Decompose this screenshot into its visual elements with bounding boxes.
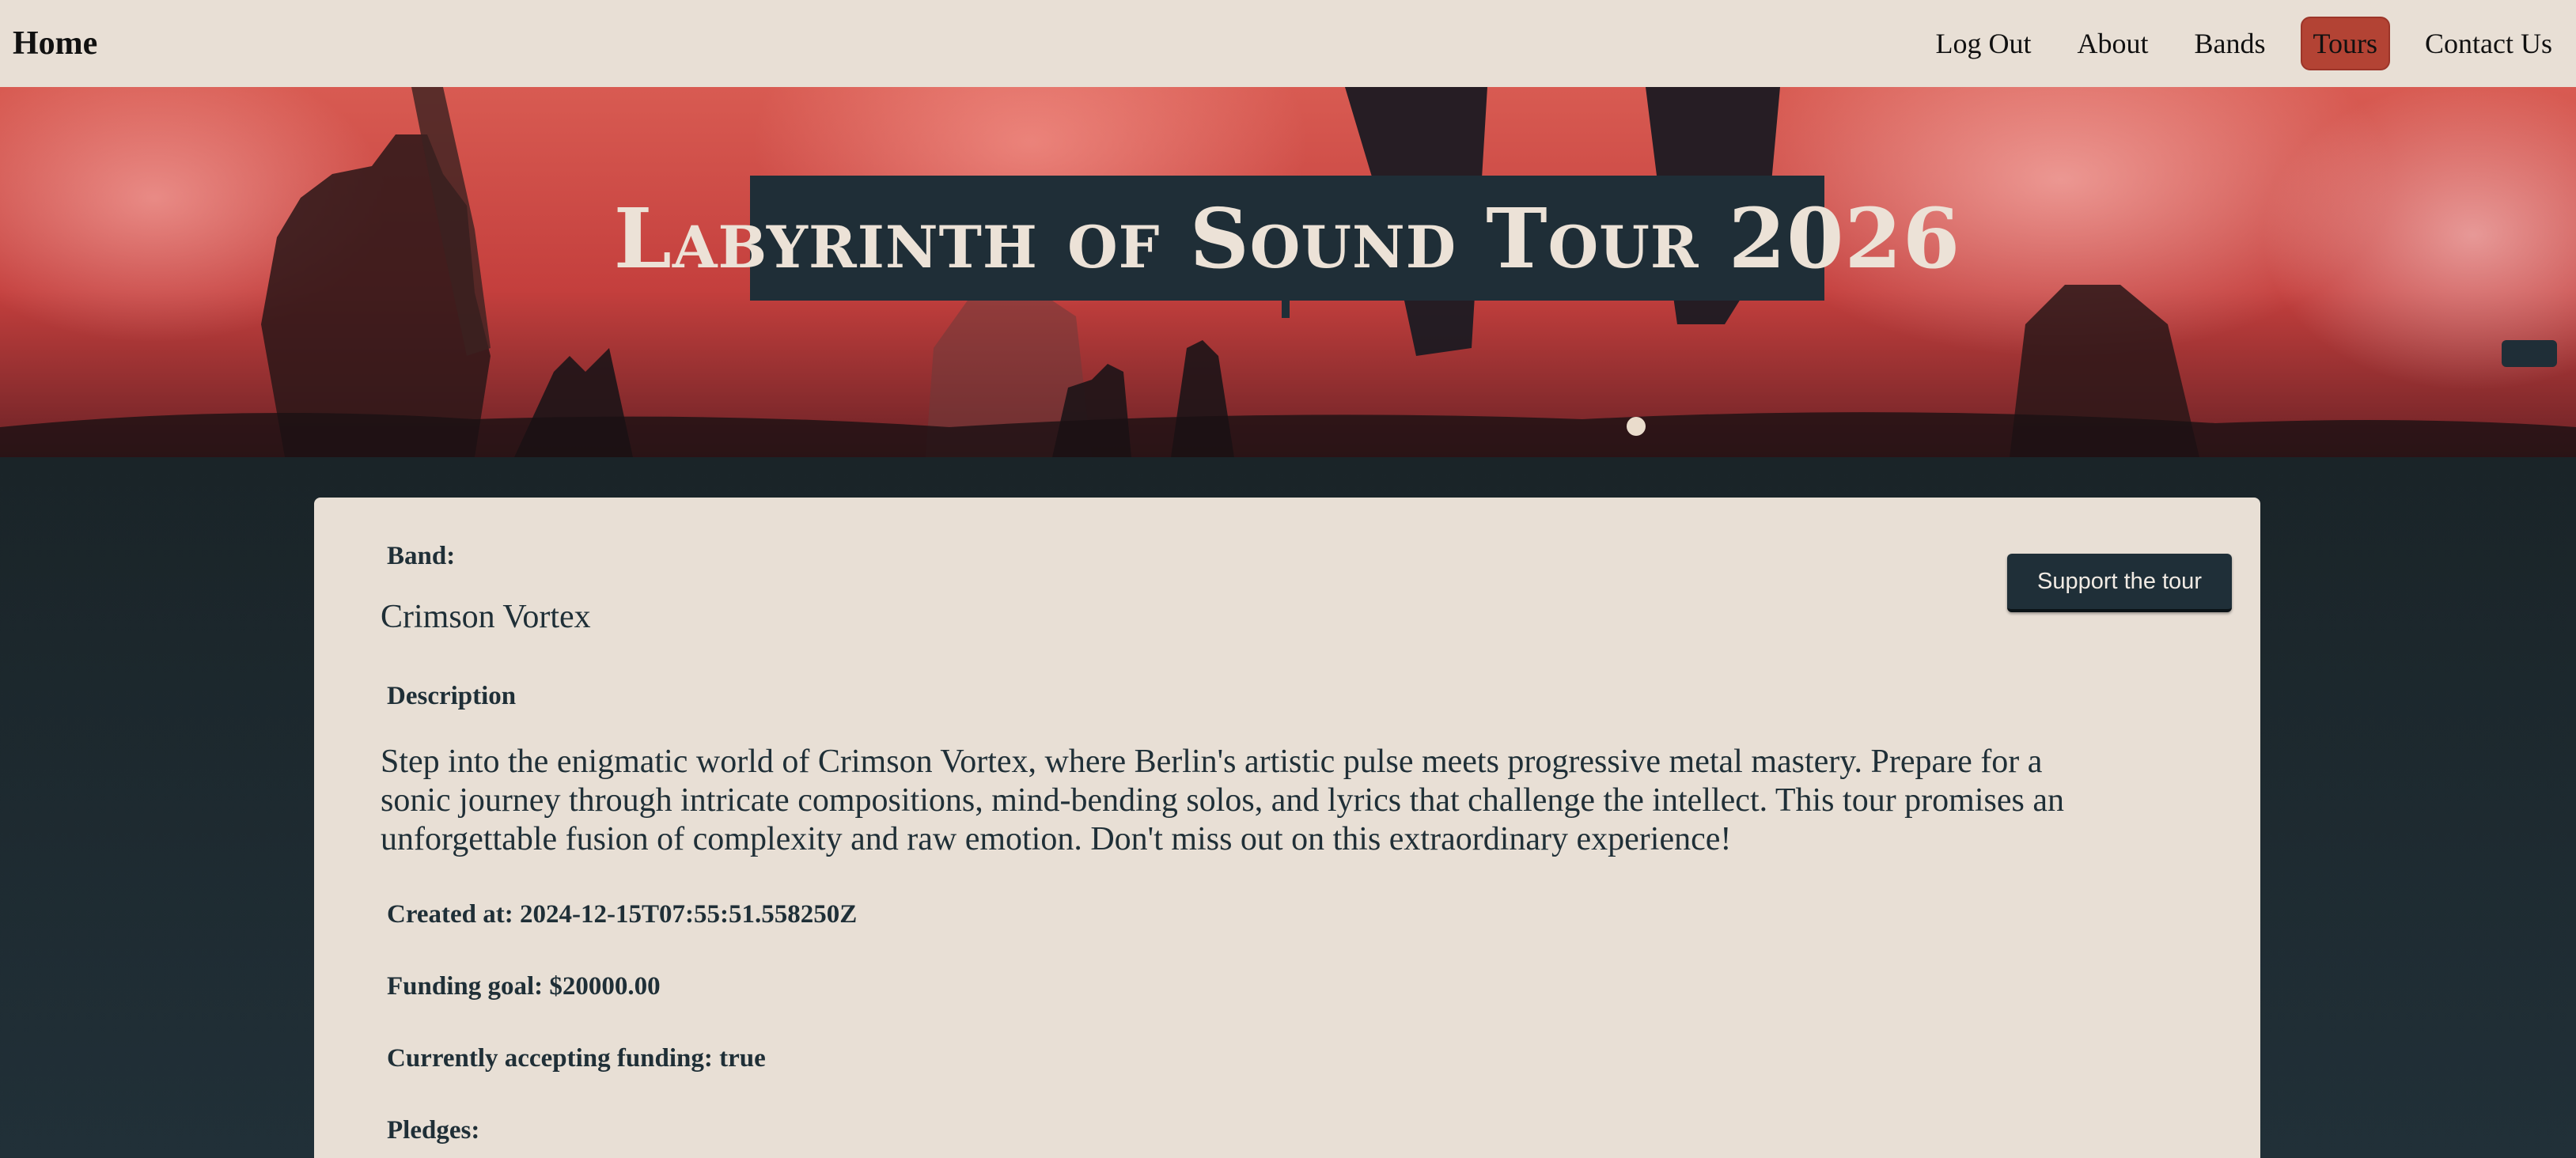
nav-link-about[interactable]: About xyxy=(2066,18,2160,69)
accepting-funding-status: Currently accepting funding: true xyxy=(387,1044,766,1073)
nav-links: Log Out About Bands Tours Contact Us xyxy=(1925,17,2563,70)
tour-detail-card: Band: Crimson Vortex Description Step in… xyxy=(314,498,2260,1158)
hero-banner: Labyrinth of Sound Tour 2026 xyxy=(0,87,2576,457)
funding-goal: Funding goal: $20000.00 xyxy=(387,972,661,1001)
description-label: Description xyxy=(387,682,517,710)
tour-title: Labyrinth of Sound Tour 2026 xyxy=(614,176,1960,301)
nav-link-bands[interactable]: Bands xyxy=(2184,18,2277,69)
nav-link-tours[interactable]: Tours xyxy=(2300,17,2391,70)
top-navbar: Home Log Out About Bands Tours Contact U… xyxy=(0,0,2576,87)
nav-link-log-out[interactable]: Log Out xyxy=(1925,18,2043,69)
nav-link-contact-us[interactable]: Contact Us xyxy=(2414,18,2563,69)
pledges-label: Pledges: xyxy=(387,1116,480,1145)
support-tour-button[interactable]: Support the tour xyxy=(2007,554,2232,612)
band-name: Crimson Vortex xyxy=(381,599,591,635)
tour-description: Step into the enigmatic world of Crimson… xyxy=(381,744,2064,857)
hero-small-button[interactable] xyxy=(2502,340,2557,367)
created-at: Created at: 2024-12-15T07:55:51.558250Z xyxy=(387,900,858,929)
title-marker xyxy=(1282,301,1290,318)
band-label: Band: xyxy=(387,542,456,570)
home-link[interactable]: Home xyxy=(13,25,97,62)
